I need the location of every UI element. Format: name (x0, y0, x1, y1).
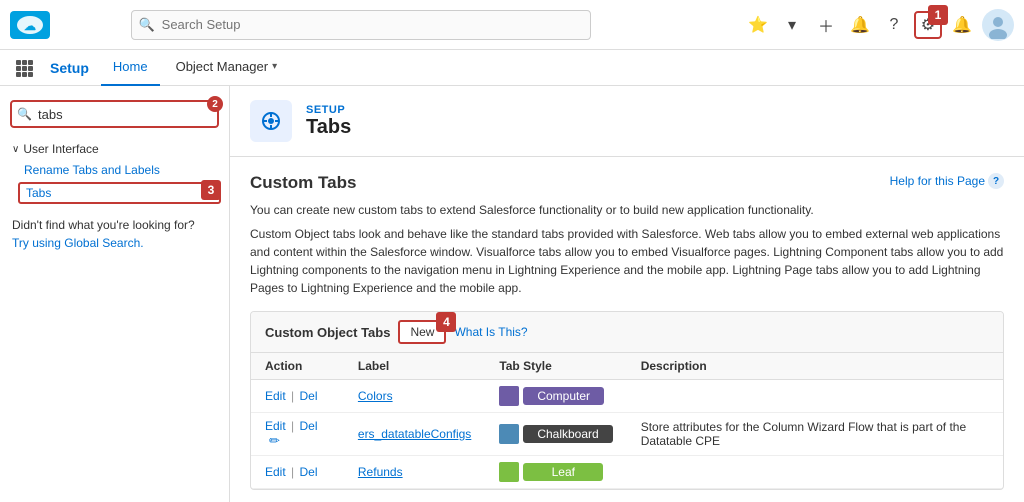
row-label-2: ers_datatableConfigs (344, 413, 485, 456)
col-header-label: Label (344, 353, 485, 380)
tab-style-btn-leaf: Leaf (523, 463, 603, 481)
table-row: Edit | Del Colors (251, 380, 1003, 413)
tab-color-chalkboard (499, 424, 519, 444)
settings-icon[interactable]: ⚙ 1 (914, 11, 942, 39)
help-link[interactable]: Help for this Page ? (890, 173, 1004, 189)
col-header-description: Description (627, 353, 1003, 380)
help-icon[interactable]: ? (880, 11, 908, 39)
del-link-3[interactable]: Del (299, 465, 317, 479)
sidebar-search-container: 🔍 2 (10, 100, 219, 128)
row-action-3: Edit | Del (251, 456, 344, 489)
top-search-container: 🔍 (131, 10, 591, 40)
custom-object-tabs-table: Action Label Tab Style Description Edit … (251, 353, 1003, 489)
top-navigation: ☁ 🔍 ⭐ ▾ ＋ 🔔 ? ⚙ 1 🔔 (0, 0, 1024, 50)
not-found-text: Didn't find what you're looking for? Try… (0, 206, 229, 262)
object-manager-dropdown-arrow: ▾ (272, 61, 277, 72)
alerts-icon[interactable]: 🔔 (948, 11, 976, 39)
page-header: SETUP Tabs (230, 86, 1024, 157)
custom-object-tabs-title: Custom Object Tabs (265, 325, 390, 340)
label-link-colors[interactable]: Colors (358, 389, 393, 403)
row-desc-3 (627, 456, 1003, 489)
sidebar-search-input[interactable] (10, 100, 219, 128)
custom-tabs-title-row: Custom Tabs Help for this Page ? (250, 173, 1004, 193)
col-header-action: Action (251, 353, 344, 380)
salesforce-logo[interactable]: ☁ (10, 11, 50, 39)
annotation-1: 1 (928, 5, 948, 25)
custom-tabs-section: Custom Tabs Help for this Page ? You can… (230, 157, 1024, 502)
table-body: Edit | Del Colors (251, 380, 1003, 489)
new-btn-wrapper: New 4 (398, 320, 446, 344)
page-header-icon (250, 100, 292, 142)
favorites-icon[interactable]: ⭐ (744, 11, 772, 39)
second-navigation: Setup Home Object Manager ▾ (0, 50, 1024, 86)
sidebar-item-tabs[interactable]: Tabs (18, 182, 221, 204)
table-row: Edit | Del Refunds (251, 456, 1003, 489)
custom-object-tabs-header: Custom Object Tabs New 4 What Is This? (251, 312, 1003, 353)
top-search-icon: 🔍 (139, 17, 155, 33)
section-desc-long: Custom Object tabs look and behave like … (250, 225, 1004, 297)
row-action-1: Edit | Del (251, 380, 344, 413)
breadcrumb: SETUP (306, 104, 351, 116)
annotation-2: 2 (207, 96, 223, 112)
row-label-3: Refunds (344, 456, 485, 489)
section-chevron-icon: ∨ (12, 144, 19, 155)
page-title: Tabs (306, 116, 351, 139)
label-link-refunds[interactable]: Refunds (358, 465, 403, 479)
content-area: SETUP Tabs Custom Tabs Help for this Pag… (230, 86, 1024, 502)
del-link-2[interactable]: Del (299, 419, 317, 433)
section-desc-short: You can create new custom tabs to extend… (250, 201, 1004, 219)
row-tab-style-3: Leaf (485, 456, 626, 489)
avatar[interactable] (982, 9, 1014, 41)
main-layout: 🔍 2 ∨ User Interface Rename Tabs and Lab… (0, 86, 1024, 502)
what-is-this-link[interactable]: What Is This? (454, 325, 527, 339)
user-interface-section: ∨ User Interface Rename Tabs and Labels … (0, 138, 229, 206)
sidebar-item-rename-tabs[interactable]: Rename Tabs and Labels (0, 160, 229, 180)
custom-object-tabs-table-container: Action Label Tab Style Description Edit … (251, 353, 1003, 489)
row-label-1: Colors (344, 380, 485, 413)
row-tab-style-2: Chalkboard (485, 413, 626, 456)
add-icon[interactable]: ＋ (812, 11, 840, 39)
app-launcher-icon[interactable] (10, 54, 38, 82)
sidebar-item-tabs-wrapper: Tabs 3 (0, 180, 229, 206)
col-header-tab-style: Tab Style (485, 353, 626, 380)
home-tab[interactable]: Home (101, 50, 160, 86)
tab-style-btn-colors: Computer (523, 387, 604, 405)
svg-text:☁: ☁ (24, 19, 36, 33)
edit-link-1[interactable]: Edit (265, 389, 286, 403)
custom-tabs-title: Custom Tabs (250, 173, 356, 193)
sidebar-search-icon: 🔍 (17, 107, 32, 121)
edit-link-3[interactable]: Edit (265, 465, 286, 479)
label-link-datatable[interactable]: ers_datatableConfigs (358, 427, 471, 441)
table-row: Edit | Del ✏ ers_datatableConfigs (251, 413, 1003, 456)
table-header-row: Action Label Tab Style Description (251, 353, 1003, 380)
row-action-2: Edit | Del ✏ (251, 413, 344, 456)
del-link-1[interactable]: Del (299, 389, 317, 403)
help-circle-icon: ? (988, 173, 1004, 189)
object-manager-tab[interactable]: Object Manager ▾ (164, 50, 290, 86)
annotation-3: 3 (201, 180, 221, 200)
nav-icons-group: ⭐ ▾ ＋ 🔔 ? ⚙ 1 🔔 (744, 9, 1014, 41)
row-desc-2: Store attributes for the Column Wizard F… (627, 413, 1003, 456)
page-header-text: SETUP Tabs (306, 104, 351, 139)
tab-color-leaf (499, 462, 519, 482)
top-search-input[interactable] (131, 10, 591, 40)
custom-object-tabs-subsection: Custom Object Tabs New 4 What Is This? A… (250, 311, 1004, 490)
table-head: Action Label Tab Style Description (251, 353, 1003, 380)
favorites-dropdown-icon[interactable]: ▾ (778, 11, 806, 39)
sidebar: 🔍 2 ∨ User Interface Rename Tabs and Lab… (0, 86, 230, 502)
edit-icon-2: ✏ (269, 433, 280, 448)
global-search-link[interactable]: Try using Global Search. (12, 236, 144, 250)
annotation-4: 4 (436, 312, 456, 332)
setup-nav-label[interactable]: Setup (42, 60, 97, 76)
notifications-icon[interactable]: 🔔 (846, 11, 874, 39)
row-desc-1 (627, 380, 1003, 413)
edit-link-2[interactable]: Edit (265, 419, 286, 433)
tab-style-btn-chalkboard: Chalkboard (523, 425, 612, 443)
user-interface-section-header[interactable]: ∨ User Interface (0, 138, 229, 160)
tab-color-colors (499, 386, 519, 406)
row-tab-style-1: Computer (485, 380, 626, 413)
